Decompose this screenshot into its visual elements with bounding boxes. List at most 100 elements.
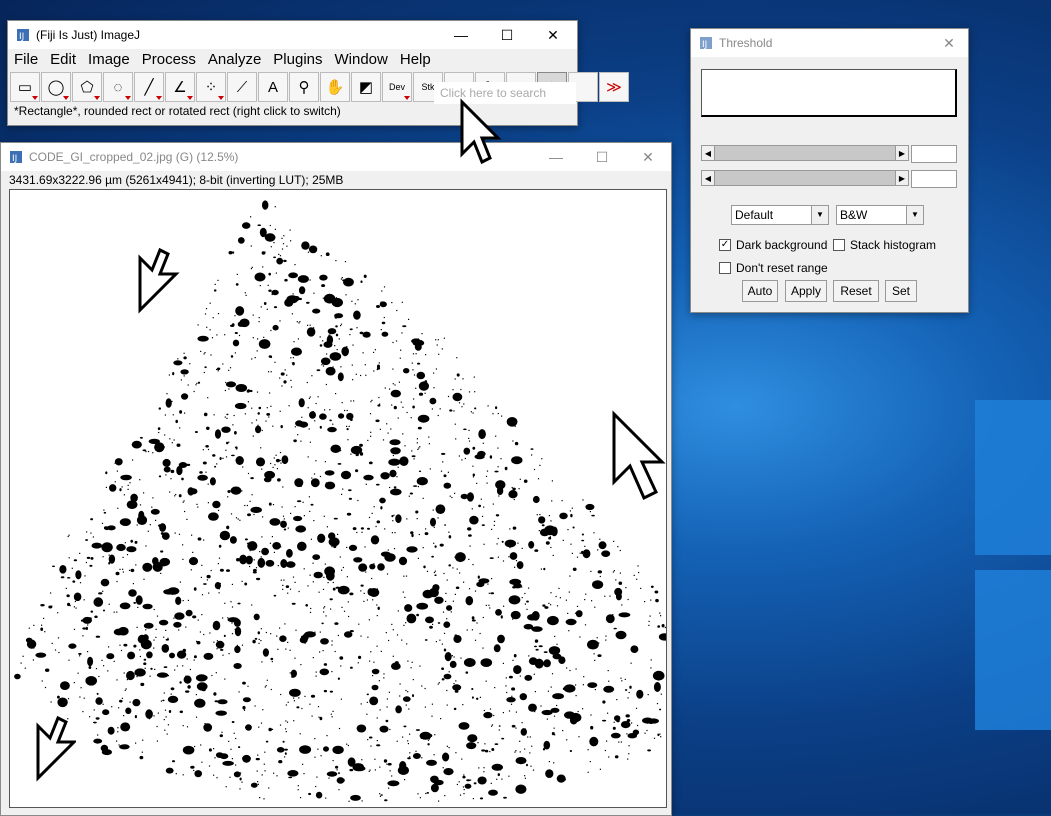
speck — [196, 640, 198, 642]
menu-file[interactable]: File — [8, 49, 44, 71]
more-tools-icon[interactable]: ≫ — [599, 72, 629, 102]
close-button[interactable]: ✕ — [625, 143, 671, 171]
display-mode-select[interactable]: B&W ▼ — [836, 205, 924, 225]
point-tool-icon[interactable]: ⁘ — [196, 72, 226, 102]
speck — [335, 393, 337, 395]
speck — [377, 606, 380, 610]
stack-histogram-checkbox[interactable]: Stack histogram — [833, 238, 936, 252]
speck — [395, 705, 402, 714]
slider-right-arrow-icon[interactable]: ▶ — [895, 145, 909, 161]
speck — [298, 286, 306, 295]
speck — [341, 778, 345, 782]
speck — [95, 668, 98, 670]
speck — [616, 699, 618, 701]
speck — [45, 668, 50, 672]
speck — [508, 710, 511, 712]
lower-threshold-slider[interactable]: ◀ ▶ — [701, 145, 909, 161]
dev-tool-icon[interactable]: Dev — [382, 72, 412, 102]
angle-tool-icon[interactable]: ∠ — [165, 72, 195, 102]
speck — [386, 573, 389, 575]
speck — [114, 462, 116, 464]
speck — [117, 727, 119, 729]
menu-plugins[interactable]: Plugins — [267, 49, 328, 71]
lower-threshold-field[interactable] — [911, 145, 957, 163]
speck — [234, 402, 247, 410]
rectangle-tool-icon[interactable]: ▭ — [10, 72, 40, 102]
speck — [332, 366, 334, 368]
speck — [443, 572, 445, 575]
upper-threshold-field[interactable] — [911, 170, 957, 188]
speck — [613, 570, 615, 572]
speck — [360, 584, 364, 587]
speck — [346, 346, 348, 348]
speck — [268, 727, 273, 732]
slider-right-arrow-icon[interactable]: ▶ — [895, 170, 909, 186]
speck — [293, 700, 295, 702]
menu-edit[interactable]: Edit — [44, 49, 82, 71]
speck — [127, 651, 136, 660]
speck — [208, 592, 210, 594]
speck — [144, 667, 146, 669]
speck — [531, 454, 533, 456]
speck — [251, 358, 253, 360]
menu-help[interactable]: Help — [394, 49, 437, 71]
image-canvas[interactable] — [9, 189, 667, 808]
speck — [103, 509, 105, 511]
speck — [251, 407, 253, 409]
oval-tool-icon[interactable]: ◯ — [41, 72, 71, 102]
reset-button[interactable]: Reset — [833, 280, 879, 302]
speck — [391, 302, 393, 304]
speck — [170, 687, 175, 691]
maximize-button[interactable]: ☐ — [484, 21, 530, 49]
speck — [482, 442, 484, 444]
upper-threshold-slider[interactable]: ◀ ▶ — [701, 170, 909, 186]
set-button[interactable]: Set — [885, 280, 917, 302]
speck — [485, 604, 487, 606]
menu-process[interactable]: Process — [136, 49, 202, 71]
speck — [574, 612, 577, 614]
speck — [534, 711, 536, 713]
speck — [371, 684, 379, 691]
menu-analyze[interactable]: Analyze — [202, 49, 267, 71]
slider-left-arrow-icon[interactable]: ◀ — [701, 145, 715, 161]
menu-image[interactable]: Image — [82, 49, 136, 71]
speck — [446, 618, 448, 620]
polygon-tool-icon[interactable]: ⬠ — [72, 72, 102, 102]
speck — [182, 544, 184, 546]
search-input[interactable]: Click here to search — [434, 82, 576, 104]
speck — [114, 632, 116, 634]
speck — [279, 751, 281, 753]
speck — [293, 439, 297, 443]
freehand-tool-icon[interactable]: ◌ — [103, 72, 133, 102]
speck — [392, 629, 394, 631]
speck — [226, 413, 229, 416]
minimize-button[interactable]: — — [533, 143, 579, 171]
speck — [443, 673, 452, 680]
maximize-button[interactable]: ☐ — [579, 143, 625, 171]
magnifier-tool-icon[interactable]: ⚲ — [289, 72, 319, 102]
speck — [193, 587, 197, 591]
speck — [294, 478, 304, 488]
dark-background-checkbox[interactable]: ✓ Dark background — [719, 238, 827, 252]
speck — [264, 233, 276, 242]
speck — [175, 596, 182, 605]
speck — [620, 677, 622, 679]
wand-tool-icon[interactable]: ⟋ — [227, 72, 257, 102]
hand-tool-icon[interactable]: ✋ — [320, 72, 350, 102]
speck — [266, 407, 268, 409]
close-button[interactable]: ✕ — [931, 29, 967, 57]
apply-button[interactable]: Apply — [785, 280, 827, 302]
speck — [355, 469, 359, 473]
slider-left-arrow-icon[interactable]: ◀ — [701, 170, 715, 186]
dont-reset-range-checkbox[interactable]: Don't reset range — [719, 261, 828, 275]
text-tool-icon[interactable]: A — [258, 72, 288, 102]
speck — [284, 748, 288, 751]
color-picker-tool-icon[interactable]: ◩ — [351, 72, 381, 102]
menu-window[interactable]: Window — [329, 49, 394, 71]
speck — [295, 525, 307, 533]
method-select[interactable]: Default ▼ — [731, 205, 829, 225]
close-button[interactable]: ✕ — [530, 21, 576, 49]
minimize-button[interactable]: — — [438, 21, 484, 49]
line-tool-icon[interactable]: ╱ — [134, 72, 164, 102]
auto-button[interactable]: Auto — [742, 280, 778, 302]
